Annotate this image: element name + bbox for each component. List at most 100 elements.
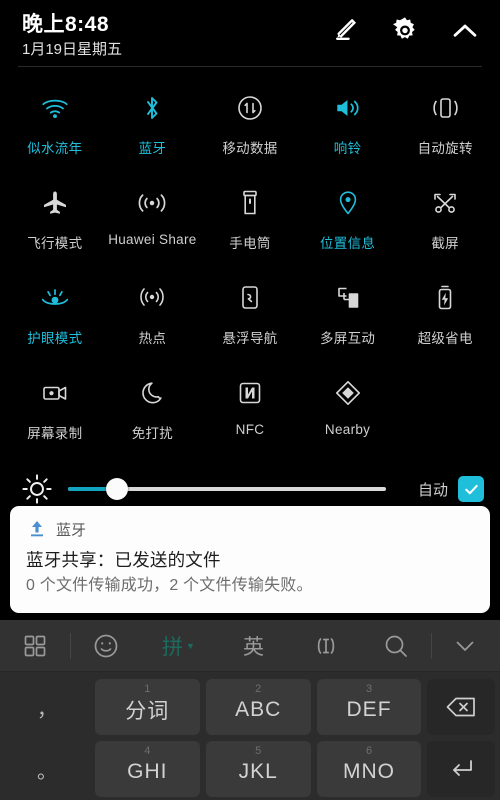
quick-toggle-label: 手电筒 [229,236,271,251]
quick-toggle-label: 多屏互动 [319,331,376,346]
keyboard-toolbar: 拼 ▼ 英 [0,620,500,672]
keyboard-layouts-icon[interactable] [0,620,70,672]
chevron-down-icon: ▼ [186,640,195,651]
nfc-icon [228,373,272,413]
quick-toggle-battery-saver[interactable]: 超级省电 [396,270,494,365]
quick-toggle-label: 热点 [138,331,167,346]
key-label: MNO [343,760,396,783]
quick-toggle-screen-record[interactable]: 屏幕录制 [6,365,104,460]
key-3[interactable]: 3 DEF [316,679,422,735]
key-2[interactable]: 2 ABC [205,679,311,735]
quick-toggle-label: 飞行模式 [27,236,83,251]
pinyin-mode-button[interactable]: 拼 ▼ [141,620,216,672]
wifi-icon [33,88,77,128]
quick-toggle-airplane[interactable]: 飞行模式 [6,175,104,270]
enter-icon [453,760,473,776]
quick-toggle-nearby[interactable]: Nearby [299,365,397,460]
quick-toggle-eye-comfort[interactable]: 护眼模式 [6,270,104,365]
quick-settings-row: 飞行模式 Huawei Share 手电筒 位置信息 截屏 [6,175,494,270]
quick-toggle-auto-rotate[interactable]: 自动旋转 [396,80,494,175]
quick-toggle-hotspot[interactable]: 热点 [104,270,202,365]
key-comma[interactable]: ， [5,679,89,735]
quick-toggle-label: 移动数据 [222,141,278,156]
upload-arrow-icon [31,521,43,537]
key-label: 分词 [125,700,170,723]
chevron-up-icon[interactable] [448,14,482,48]
key-period[interactable]: 。 [5,741,89,797]
key-label: JKL [238,760,278,783]
screenshot-icon [423,183,467,223]
key-6[interactable]: 6 MNO [316,741,422,797]
brightness-sun-icon [22,474,52,504]
english-mode-label: 英 [243,635,264,659]
search-icon[interactable] [361,620,431,672]
quick-toggle-nfc[interactable]: NFC [201,365,299,460]
key-number: 3 [365,683,373,695]
collapse-keyboard-icon[interactable] [432,620,497,672]
notification-body: 0 个文件传输成功，2 个文件传输失败。 [26,577,313,594]
status-date: 1月19日星期五 [22,41,123,58]
quick-toggle-ringer[interactable]: 响铃 [299,80,397,175]
settings-gear-icon[interactable] [388,14,422,48]
quick-toggle-wifi[interactable]: 似水流年 [6,80,104,175]
key-label: ABC [235,698,282,721]
quick-toggle-huawei-share[interactable]: Huawei Share [104,175,202,270]
key-backspace[interactable] [427,679,496,735]
auto-brightness-label: 自动 [417,481,448,499]
quick-toggle-screenshot[interactable]: 截屏 [396,175,494,270]
key-1[interactable]: 1 分词 [94,679,200,735]
key-label: ， [36,698,57,721]
quick-toggle-label: Huawei Share [108,232,197,247]
header-divider [18,66,482,67]
quick-toggle-flashlight[interactable]: 手电筒 [201,175,299,270]
key-5[interactable]: 5 JKL [205,741,311,797]
floating-nav-icon [228,278,272,318]
nearby-icon [326,373,370,413]
keyboard-panel: 拼 ▼ 英 ， 1 分词 2 ABC 3 DEF 。 4 GHI 5 JKL 6… [0,620,500,800]
key-number: 6 [365,745,373,757]
slider-thumb[interactable] [105,478,128,500]
quick-toggle-label: 超级省电 [417,331,473,346]
quick-toggle-label: Nearby [324,422,371,437]
screen-record-icon [33,373,77,413]
quick-toggle-dnd[interactable]: 免打扰 [104,365,202,460]
quick-toggle-label: NFC [235,422,265,437]
quick-toggle-label: 免打扰 [131,426,174,441]
quick-settings-row: 屏幕录制 免打扰 NFC Nearby [6,365,494,460]
shade-header: 晚上8:48 1月19日星期五 [0,0,500,68]
flashlight-icon [228,183,272,223]
quick-toggle-floating-nav[interactable]: 悬浮导航 [201,270,299,365]
key-label: 。 [36,760,57,783]
edit-icon[interactable] [328,14,362,48]
quick-toggle-mobile-data[interactable]: 移动数据 [201,80,299,175]
quick-toggle-label: 悬浮导航 [222,331,278,346]
airplane-icon [33,183,77,223]
multi-screen-icon [326,278,370,318]
emoji-icon[interactable] [71,620,141,672]
key-number: 2 [255,683,262,695]
notification-card[interactable]: 蓝牙 蓝牙共享：已发送的文件 0 个文件传输成功，2 个文件传输失败。 [10,506,490,613]
key-enter[interactable] [427,741,496,797]
quick-settings-row: 似水流年 蓝牙 移动数据 响铃 自动旋转 [6,80,494,175]
cursor-move-icon[interactable] [291,620,361,672]
battery-saver-icon [423,278,467,318]
quick-toggle-label: 自动旋转 [417,141,473,156]
quick-toggle-bluetooth[interactable]: 蓝牙 [104,80,202,175]
key-4[interactable]: 4 GHI [94,741,200,797]
quick-toggle-label: 护眼模式 [27,331,83,346]
quick-toggle-multi-screen[interactable]: 多屏互动 [299,270,397,365]
keypad-row: ， 1 分词 2 ABC 3 DEF [2,676,498,738]
key-label: DEF [346,698,392,721]
brightness-slider[interactable] [68,474,404,504]
key-number: 4 [144,745,151,757]
status-time: 晚上8:48 [22,13,110,36]
clock-block: 晚上8:48 1月19日星期五 [22,12,122,61]
quick-toggle-label: 位置信息 [319,236,376,251]
auto-rotate-icon [423,88,467,128]
location-pin-icon [326,183,370,223]
bluetooth-icon [130,88,174,128]
auto-brightness-checkbox[interactable] [458,476,484,502]
english-mode-button[interactable]: 英 [216,620,291,672]
check-icon [464,484,478,494]
quick-toggle-location[interactable]: 位置信息 [299,175,397,270]
